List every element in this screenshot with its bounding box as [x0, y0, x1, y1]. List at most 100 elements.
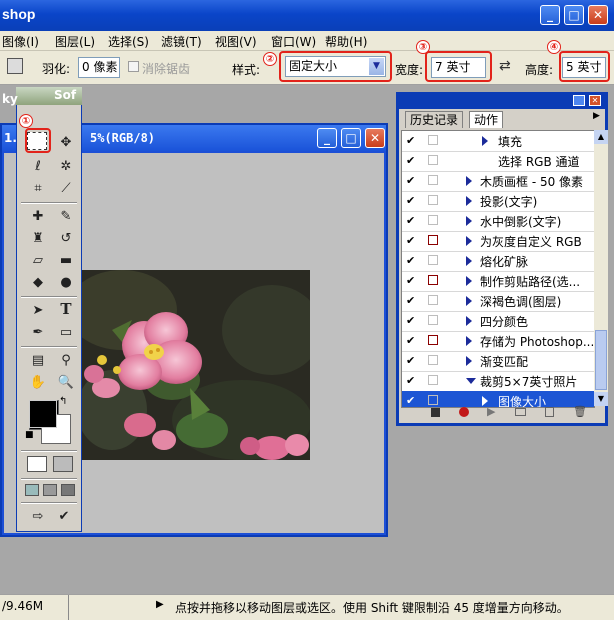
- dialog-toggle-icon[interactable]: [428, 275, 438, 285]
- close-button[interactable]: ✕: [588, 5, 608, 25]
- scroll-thumb[interactable]: [595, 330, 607, 390]
- path-select-tool-icon[interactable]: ➤: [27, 300, 49, 322]
- selection-mode-icon[interactable]: [7, 58, 23, 74]
- dialog-toggle-icon[interactable]: [428, 375, 438, 385]
- checkmark-icon[interactable]: ✔: [406, 195, 417, 206]
- action-row[interactable]: ✔ 图像大小: [402, 391, 594, 407]
- standard-mode-icon[interactable]: [27, 456, 47, 472]
- panel-menu-icon[interactable]: ▶: [593, 111, 600, 121]
- menu-window[interactable]: 窗口(W): [271, 33, 316, 50]
- checkmark-icon[interactable]: ✔: [406, 335, 417, 346]
- default-colors-icon[interactable]: ■: [25, 430, 34, 440]
- action-row[interactable]: ✔ 裁剪5×7英寸照片: [402, 371, 594, 392]
- gradient-tool-icon[interactable]: ▬: [55, 250, 77, 272]
- expand-right-icon[interactable]: [466, 296, 472, 306]
- panel-close-button[interactable]: ✕: [589, 95, 601, 106]
- dialog-toggle-icon[interactable]: [428, 395, 438, 405]
- doc-maximize-button[interactable]: □: [341, 128, 361, 148]
- checkmark-icon[interactable]: ✔: [406, 135, 417, 146]
- checkmark-icon[interactable]: ✔: [406, 315, 417, 326]
- screen-mode-full-menu-icon[interactable]: [43, 484, 57, 496]
- feather-input[interactable]: 0 像素: [78, 57, 120, 78]
- antialias-checkbox[interactable]: [128, 61, 139, 72]
- menu-view[interactable]: 视图(V): [215, 33, 257, 50]
- jump-to-imageready-icon[interactable]: ⇨: [27, 506, 49, 528]
- brush-tool-icon[interactable]: ✎: [55, 206, 77, 228]
- action-row[interactable]: ✔ 投影(文字): [402, 191, 594, 212]
- expand-right-icon[interactable]: [482, 136, 488, 146]
- dialog-toggle-icon[interactable]: [428, 135, 438, 145]
- dialog-toggle-icon[interactable]: [428, 235, 438, 245]
- action-row[interactable]: ✔ 渐变匹配: [402, 351, 594, 372]
- pen-tool-icon[interactable]: ✒: [27, 322, 49, 344]
- action-row[interactable]: ✔ 填充: [402, 131, 594, 152]
- swap-colors-icon[interactable]: ↰: [59, 396, 67, 407]
- swap-icon[interactable]: ⇄: [499, 58, 511, 74]
- panel-minimize-button[interactable]: [573, 95, 585, 106]
- hand-tool-icon[interactable]: ✋: [27, 372, 49, 394]
- action-row[interactable]: ✔ 存储为 Photoshop...: [402, 331, 594, 352]
- action-row[interactable]: ✔ 熔化矿脉: [402, 251, 594, 272]
- doc-close-button[interactable]: ✕: [365, 128, 385, 148]
- crop-tool-icon[interactable]: ⌗: [27, 178, 49, 200]
- checkmark-icon[interactable]: ✔: [406, 295, 417, 306]
- tab-history[interactable]: 历史记录: [405, 111, 464, 128]
- expand-right-icon[interactable]: [466, 216, 472, 226]
- expand-right-icon[interactable]: [466, 236, 472, 246]
- dialog-toggle-icon[interactable]: [428, 255, 438, 265]
- doc-minimize-button[interactable]: _: [317, 128, 337, 148]
- menu-filter[interactable]: 滤镜(T): [161, 33, 202, 50]
- expand-down-icon[interactable]: [466, 378, 476, 384]
- expand-right-icon[interactable]: [466, 316, 472, 326]
- tab-actions[interactable]: 动作: [469, 111, 504, 128]
- action-row[interactable]: ✔ 四分颜色: [402, 311, 594, 332]
- eraser-tool-icon[interactable]: ▱: [27, 250, 49, 272]
- expand-right-icon[interactable]: [466, 276, 472, 286]
- slice-tool-icon[interactable]: ⟋: [55, 178, 77, 200]
- checkmark-icon[interactable]: ✔: [406, 375, 417, 386]
- checkmark-icon[interactable]: ✔: [406, 355, 417, 366]
- clone-stamp-tool-icon[interactable]: ♜: [27, 228, 49, 250]
- action-row[interactable]: ✔ 深褐色调(图层): [402, 291, 594, 312]
- scroll-down-icon[interactable]: ▼: [594, 392, 608, 406]
- expand-right-icon[interactable]: [466, 356, 472, 366]
- checkmark-icon[interactable]: ✔: [406, 175, 417, 186]
- record-icon[interactable]: [459, 407, 469, 417]
- shape-tool-icon[interactable]: ▭: [55, 322, 77, 344]
- screen-mode-standard-icon[interactable]: [25, 484, 39, 496]
- checkmark-icon[interactable]: ✔: [406, 275, 417, 286]
- menu-layer[interactable]: 图层(L): [55, 33, 95, 50]
- notes-tool-icon[interactable]: ▤: [27, 350, 49, 372]
- dialog-toggle-icon[interactable]: [428, 215, 438, 225]
- checkmark-icon[interactable]: ✔: [406, 155, 417, 166]
- menu-select[interactable]: 选择(S): [108, 33, 149, 50]
- menu-help[interactable]: 帮助(H): [325, 33, 367, 50]
- expand-right-icon[interactable]: [466, 176, 472, 186]
- dialog-toggle-icon[interactable]: [428, 195, 438, 205]
- play-icon[interactable]: ▶: [487, 405, 495, 418]
- lasso-tool-icon[interactable]: ℓ: [27, 156, 49, 178]
- maximize-button[interactable]: □: [564, 5, 584, 25]
- scroll-up-icon[interactable]: ▲: [594, 130, 608, 144]
- action-row[interactable]: ✔ 为灰度自定义 RGB: [402, 231, 594, 252]
- checkmark-icon[interactable]: ✔: [406, 215, 417, 226]
- type-tool-icon[interactable]: T: [55, 298, 77, 320]
- dialog-toggle-icon[interactable]: [428, 335, 438, 345]
- checkmark-icon[interactable]: ✔: [406, 255, 417, 266]
- stop-icon[interactable]: [431, 408, 440, 417]
- checkmark-icon[interactable]: ✔: [406, 235, 417, 246]
- actions-scrollbar[interactable]: ▲ ▼: [594, 130, 608, 406]
- quick-mask-mode-icon[interactable]: [53, 456, 73, 472]
- checkmark-icon[interactable]: ✔: [406, 395, 417, 406]
- blur-tool-icon[interactable]: ◆: [27, 272, 49, 294]
- trash-icon[interactable]: 🗑: [573, 405, 587, 418]
- action-row[interactable]: ✔ 木质画框 - 50 像素: [402, 171, 594, 192]
- history-brush-tool-icon[interactable]: ↺: [55, 228, 77, 250]
- dialog-toggle-icon[interactable]: [428, 355, 438, 365]
- status-arrow-icon[interactable]: ▶: [156, 599, 164, 610]
- dodge-tool-icon[interactable]: ●: [55, 272, 77, 294]
- menu-image[interactable]: 图像(I): [2, 33, 39, 50]
- new-action-icon[interactable]: [545, 407, 554, 417]
- edit-check-icon[interactable]: ✔: [53, 506, 75, 528]
- screen-mode-full-icon[interactable]: [61, 484, 75, 496]
